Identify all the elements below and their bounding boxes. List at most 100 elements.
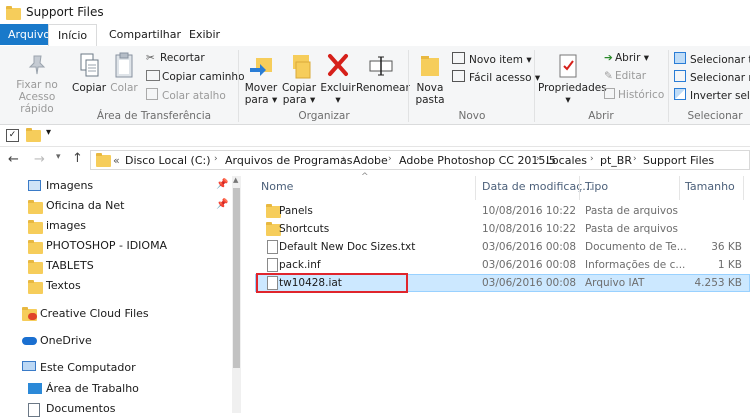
copy-path-button[interactable]: Copiar caminho [146, 70, 245, 83]
select-none-button[interactable]: Selecionar nenhum [674, 70, 750, 84]
delete-button[interactable]: Excluir ▾ [320, 52, 356, 106]
nav-label: OneDrive [40, 334, 92, 347]
window-title: Support Files [26, 5, 104, 19]
new-folder-button[interactable]: Nova pasta [412, 52, 448, 106]
move-to-label: Mover para ▾ [244, 82, 278, 106]
nav-item-documentos[interactable]: Documentos [0, 399, 232, 419]
file-date: 10/08/2016 10:22 [482, 205, 577, 217]
breadcrumb-chevron-icon[interactable]: › [633, 154, 637, 164]
move-to-button[interactable]: Mover para ▾ [242, 52, 280, 106]
edit-button[interactable]: ✎ Editar [604, 70, 646, 82]
nav-label: Este Computador [40, 361, 136, 374]
column-header-name[interactable]: Nome [261, 180, 293, 193]
breadcrumb-item[interactable]: pt_BR [600, 154, 632, 167]
breadcrumb-item[interactable]: Disco Local (C:) [125, 154, 211, 167]
file-type: Pasta de arquivos [585, 205, 679, 217]
group-label-new: Novo [458, 110, 486, 122]
scroll-up-icon[interactable]: ▲ [233, 176, 238, 184]
nav-item-images[interactable]: images [0, 216, 232, 236]
breadcrumb-item[interactable]: Support Files [643, 154, 714, 167]
nav-item-area-de-trabalho[interactable]: Área de Trabalho [0, 379, 232, 399]
breadcrumb-item[interactable]: Locales [546, 154, 587, 167]
tab-home[interactable]: Início [48, 24, 98, 47]
nav-item-textos[interactable]: Textos [0, 276, 232, 296]
column-divider[interactable] [743, 176, 744, 200]
file-name: pack.inf [279, 259, 321, 271]
file-row-panels[interactable]: Panels 10/08/2016 10:22 Pasta de arquivo… [255, 203, 750, 220]
breadcrumb-chevron-icon[interactable]: › [536, 154, 540, 164]
column-header-date[interactable]: Data de modificaç... [482, 180, 593, 193]
nav-scrollbar[interactable]: ▲ [232, 176, 241, 413]
column-header-size[interactable]: Tamanho [685, 180, 735, 193]
nav-label: Imagens [46, 179, 94, 192]
nav-item-imagens[interactable]: Imagens 📌 [0, 176, 232, 196]
delete-icon [328, 54, 348, 76]
cut-button[interactable]: ✂ Recortar [146, 52, 205, 64]
pin-icon[interactable]: 📌 [216, 199, 228, 210]
properties-button[interactable]: Propriedades ▾ [538, 52, 607, 106]
edit-icon: ✎ [604, 70, 613, 82]
pin-quick-access-button[interactable]: Fixar no Acesso rápido [2, 52, 72, 115]
nav-item-este-computador[interactable]: Este Computador [0, 358, 232, 378]
column-divider[interactable] [579, 176, 580, 200]
breadcrumb-overflow[interactable]: « [113, 154, 120, 167]
scissors-icon: ✂ [146, 52, 155, 64]
breadcrumb-item[interactable]: Adobe [353, 154, 388, 167]
scrollbar-thumb[interactable] [233, 188, 240, 368]
nav-item-tablets[interactable]: TABLETS [0, 256, 232, 276]
up-arrow-icon[interactable]: ↑ [72, 151, 83, 166]
breadcrumb-item[interactable]: Adobe Photoshop CC 2015.5 [399, 154, 556, 167]
nav-item-photoshop-idioma[interactable]: PHOTOSHOP - IDIOMA [0, 236, 232, 256]
pin-icon[interactable]: 📌 [216, 179, 228, 190]
paste-shortcut-button[interactable]: Colar atalho [146, 88, 226, 102]
copy-to-button[interactable]: Copiar para ▾ [280, 52, 318, 106]
nav-item-creative-cloud-files[interactable]: Creative Cloud Files [0, 304, 232, 324]
group-label-select: Selecionar [687, 110, 743, 122]
column-divider[interactable] [679, 176, 680, 200]
breadcrumb-item[interactable]: Arquivos de Programas [225, 154, 352, 167]
new-item-button[interactable]: Novo item ▾ [452, 52, 532, 66]
breadcrumb-chevron-icon[interactable]: › [214, 154, 218, 164]
forward-arrow-icon[interactable]: → [34, 152, 45, 167]
breadcrumb-chevron-icon[interactable]: › [590, 154, 594, 164]
invert-selection-button[interactable]: Inverter seleção [674, 88, 750, 102]
breadcrumb-chevron-icon[interactable]: › [388, 154, 392, 164]
text-file-icon [267, 240, 278, 254]
column-header-type[interactable]: Tipo [585, 180, 608, 193]
file-row-pack-inf[interactable]: pack.inf 03/06/2016 00:08 Informações de… [255, 257, 750, 274]
pictures-icon [28, 180, 41, 191]
history-button[interactable]: Histórico [604, 88, 664, 101]
navigation-pane: Imagens 📌 Oficina da Net 📌 images PHOTOS… [0, 176, 232, 417]
group-label-open: Abrir [588, 110, 614, 122]
properties-check-icon[interactable]: ✓ [6, 129, 19, 142]
file-type: Arquivo IAT [585, 277, 645, 289]
nav-item-oficina-da-net[interactable]: Oficina da Net 📌 [0, 196, 232, 216]
copy-button[interactable]: Copiar [72, 52, 106, 94]
column-divider[interactable] [475, 176, 476, 200]
file-row-default-new-doc-sizes[interactable]: Default New Doc Sizes.txt 03/06/2016 00:… [255, 239, 750, 256]
recent-dropdown-icon[interactable]: ▾ [56, 152, 61, 162]
new-folder-qat-icon[interactable] [26, 128, 41, 142]
group-divider [668, 50, 669, 122]
select-none-label: Selecionar nenhum [690, 72, 750, 84]
tab-share[interactable]: Compartilhar [100, 24, 190, 45]
open-button[interactable]: ➔ Abrir ▾ [604, 52, 649, 64]
easy-access-button[interactable]: Fácil acesso ▾ [452, 70, 540, 84]
file-date: 03/06/2016 00:08 [482, 259, 577, 271]
qat-dropdown-icon[interactable]: ▾ [46, 127, 51, 138]
group-divider [408, 50, 409, 122]
breadcrumb-chevron-icon[interactable]: › [342, 154, 346, 164]
address-bar[interactable]: « Disco Local (C:) › Arquivos de Program… [90, 150, 750, 170]
computer-icon [22, 361, 36, 371]
paste-button[interactable]: Colar [108, 52, 140, 94]
creative-cloud-icon [22, 307, 37, 321]
tab-view[interactable]: Exibir [180, 24, 229, 45]
clipboard-icon [115, 52, 133, 78]
nav-item-onedrive[interactable]: OneDrive [0, 331, 232, 351]
folder-icon [6, 6, 22, 20]
rename-icon [369, 56, 393, 76]
rename-button[interactable]: Renomear [356, 52, 410, 94]
back-arrow-icon[interactable]: ← [8, 152, 19, 167]
select-all-button[interactable]: Selecionar tudo [674, 52, 750, 66]
file-row-shortcuts[interactable]: Shortcuts 10/08/2016 10:22 Pasta de arqu… [255, 221, 750, 238]
